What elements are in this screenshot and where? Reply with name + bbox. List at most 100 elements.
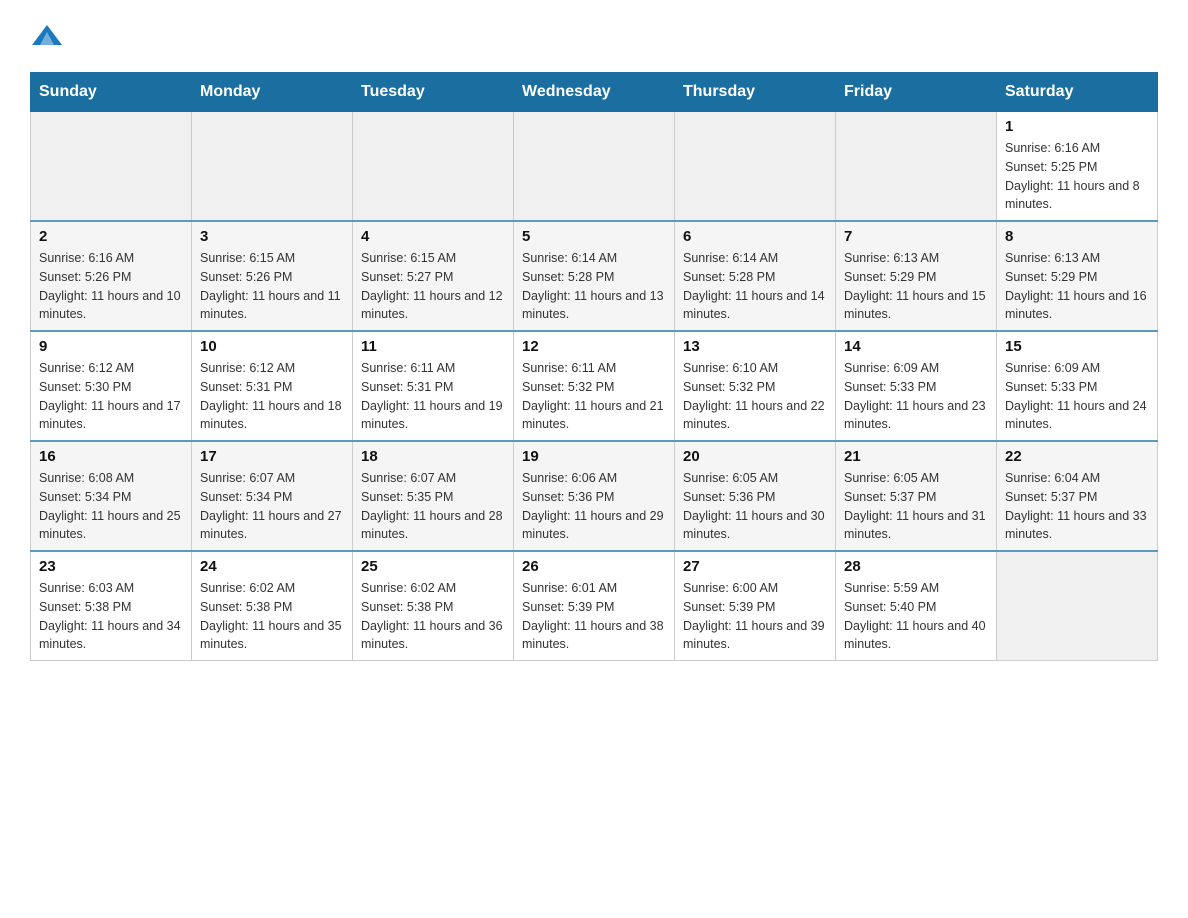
day-number: 20: [683, 448, 827, 465]
calendar-cell: 17 Sunrise: 6:07 AMSunset: 5:34 PMDayligh…: [192, 441, 353, 551]
calendar-cell: 5Sunrise: 6:14 AMSunset: 5:28 PMDaylight…: [514, 221, 675, 331]
calendar-cell: 8 Sunrise: 6:13 AMSunset: 5:29 PMDaylight…: [997, 221, 1158, 331]
calendar-cell: [514, 112, 675, 222]
calendar-cell: 15 Sunrise: 6:09 AMSunset: 5:33 PMDayligh…: [997, 331, 1158, 441]
day-number: 23: [39, 558, 183, 575]
day-number: 10: [200, 338, 344, 355]
calendar-cell: 3 Sunrise: 6:15 AMSunset: 5:26 PMDaylight…: [192, 221, 353, 331]
day-info: Sunrise: 6:07 AMSunset: 5:35 PMDaylight:…: [361, 469, 505, 544]
day-header-sunday: Sunday: [31, 73, 192, 112]
calendar-cell: 27Sunrise: 6:00 AMSunset: 5:39 PMDayligh…: [675, 551, 836, 661]
logo-icon: [32, 20, 62, 50]
calendar-cell: 16 Sunrise: 6:08 AMSunset: 5:34 PMDayligh…: [31, 441, 192, 551]
day-info: Sunrise: 6:12 AMSunset: 5:31 PMDaylight:…: [200, 359, 344, 434]
calendar-week-row: 1Sunrise: 6:16 AMSunset: 5:25 PMDaylight…: [31, 112, 1158, 222]
calendar-cell: 28 Sunrise: 5:59 AMSunset: 5:40 PMDayligh…: [836, 551, 997, 661]
day-number: 11: [361, 338, 505, 355]
day-number: 19: [522, 448, 666, 465]
day-number: 4: [361, 228, 505, 245]
day-info: Sunrise: 6:05 AMSunset: 5:37 PMDaylight:…: [844, 469, 988, 544]
calendar-cell: 6Sunrise: 6:14 AMSunset: 5:28 PMDaylight…: [675, 221, 836, 331]
day-number: 17: [200, 448, 344, 465]
calendar-cell: 1Sunrise: 6:16 AMSunset: 5:25 PMDaylight…: [997, 112, 1158, 222]
calendar-cell: 7 Sunrise: 6:13 AMSunset: 5:29 PMDaylight…: [836, 221, 997, 331]
day-number: 16: [39, 448, 183, 465]
calendar-week-row: 16 Sunrise: 6:08 AMSunset: 5:34 PMDayligh…: [31, 441, 1158, 551]
day-number: 7: [844, 228, 988, 245]
day-info: Sunrise: 6:15 AMSunset: 5:27 PMDaylight:…: [361, 249, 505, 324]
calendar-week-row: 9 Sunrise: 6:12 AMSunset: 5:30 PMDaylight…: [31, 331, 1158, 441]
calendar-header-row: SundayMondayTuesdayWednesdayThursdayFrid…: [31, 73, 1158, 112]
calendar-table: SundayMondayTuesdayWednesdayThursdayFrid…: [30, 72, 1158, 661]
day-info: Sunrise: 6:07 AMSunset: 5:34 PMDaylight:…: [200, 469, 344, 544]
calendar-cell: 25 Sunrise: 6:02 AMSunset: 5:38 PMDayligh…: [353, 551, 514, 661]
day-header-tuesday: Tuesday: [353, 73, 514, 112]
day-info: Sunrise: 6:13 AMSunset: 5:29 PMDaylight:…: [1005, 249, 1149, 324]
calendar-cell: [997, 551, 1158, 661]
day-info: Sunrise: 6:11 AMSunset: 5:31 PMDaylight:…: [361, 359, 505, 434]
day-header-thursday: Thursday: [675, 73, 836, 112]
day-info: Sunrise: 6:08 AMSunset: 5:34 PMDaylight:…: [39, 469, 183, 544]
day-number: 13: [683, 338, 827, 355]
day-number: 9: [39, 338, 183, 355]
day-number: 28: [844, 558, 988, 575]
calendar-cell: [31, 112, 192, 222]
calendar-cell: 18 Sunrise: 6:07 AMSunset: 5:35 PMDayligh…: [353, 441, 514, 551]
day-number: 5: [522, 228, 666, 245]
day-header-monday: Monday: [192, 73, 353, 112]
day-info: Sunrise: 6:10 AMSunset: 5:32 PMDaylight:…: [683, 359, 827, 434]
day-info: Sunrise: 6:12 AMSunset: 5:30 PMDaylight:…: [39, 359, 183, 434]
day-info: Sunrise: 6:15 AMSunset: 5:26 PMDaylight:…: [200, 249, 344, 324]
calendar-cell: 12 Sunrise: 6:11 AMSunset: 5:32 PMDayligh…: [514, 331, 675, 441]
page-header: [30, 20, 1158, 52]
calendar-cell: [675, 112, 836, 222]
calendar-cell: 14 Sunrise: 6:09 AMSunset: 5:33 PMDayligh…: [836, 331, 997, 441]
day-info: Sunrise: 6:09 AMSunset: 5:33 PMDaylight:…: [1005, 359, 1149, 434]
day-info: Sunrise: 6:02 AMSunset: 5:38 PMDaylight:…: [361, 579, 505, 654]
calendar-cell: 4 Sunrise: 6:15 AMSunset: 5:27 PMDaylight…: [353, 221, 514, 331]
calendar-week-row: 23Sunrise: 6:03 AMSunset: 5:38 PMDayligh…: [31, 551, 1158, 661]
day-info: Sunrise: 6:01 AMSunset: 5:39 PMDaylight:…: [522, 579, 666, 654]
day-number: 2: [39, 228, 183, 245]
calendar-cell: 20 Sunrise: 6:05 AMSunset: 5:36 PMDayligh…: [675, 441, 836, 551]
day-info: Sunrise: 6:13 AMSunset: 5:29 PMDaylight:…: [844, 249, 988, 324]
logo: [30, 20, 64, 52]
calendar-cell: 21 Sunrise: 6:05 AMSunset: 5:37 PMDayligh…: [836, 441, 997, 551]
calendar-cell: 23Sunrise: 6:03 AMSunset: 5:38 PMDayligh…: [31, 551, 192, 661]
calendar-cell: [192, 112, 353, 222]
calendar-cell: 19 Sunrise: 6:06 AMSunset: 5:36 PMDayligh…: [514, 441, 675, 551]
day-info: Sunrise: 6:06 AMSunset: 5:36 PMDaylight:…: [522, 469, 666, 544]
day-number: 27: [683, 558, 827, 575]
day-number: 14: [844, 338, 988, 355]
day-number: 18: [361, 448, 505, 465]
calendar-cell: 11 Sunrise: 6:11 AMSunset: 5:31 PMDayligh…: [353, 331, 514, 441]
calendar-week-row: 2Sunrise: 6:16 AMSunset: 5:26 PMDaylight…: [31, 221, 1158, 331]
day-number: 22: [1005, 448, 1149, 465]
calendar-cell: 2Sunrise: 6:16 AMSunset: 5:26 PMDaylight…: [31, 221, 192, 331]
day-info: Sunrise: 6:04 AMSunset: 5:37 PMDaylight:…: [1005, 469, 1149, 544]
day-info: Sunrise: 5:59 AMSunset: 5:40 PMDaylight:…: [844, 579, 988, 654]
calendar-cell: 10 Sunrise: 6:12 AMSunset: 5:31 PMDayligh…: [192, 331, 353, 441]
logo-text: [30, 20, 64, 50]
calendar-cell: [353, 112, 514, 222]
day-number: 25: [361, 558, 505, 575]
day-info: Sunrise: 6:02 AMSunset: 5:38 PMDaylight:…: [200, 579, 344, 654]
day-header-friday: Friday: [836, 73, 997, 112]
day-number: 3: [200, 228, 344, 245]
day-info: Sunrise: 6:09 AMSunset: 5:33 PMDaylight:…: [844, 359, 988, 434]
calendar-cell: 26 Sunrise: 6:01 AMSunset: 5:39 PMDayligh…: [514, 551, 675, 661]
day-number: 12: [522, 338, 666, 355]
calendar-cell: 24 Sunrise: 6:02 AMSunset: 5:38 PMDayligh…: [192, 551, 353, 661]
day-info: Sunrise: 6:11 AMSunset: 5:32 PMDaylight:…: [522, 359, 666, 434]
day-info: Sunrise: 6:05 AMSunset: 5:36 PMDaylight:…: [683, 469, 827, 544]
day-number: 6: [683, 228, 827, 245]
day-number: 24: [200, 558, 344, 575]
day-number: 21: [844, 448, 988, 465]
day-number: 26: [522, 558, 666, 575]
day-header-wednesday: Wednesday: [514, 73, 675, 112]
calendar-cell: [836, 112, 997, 222]
day-number: 15: [1005, 338, 1149, 355]
calendar-cell: 13 Sunrise: 6:10 AMSunset: 5:32 PMDayligh…: [675, 331, 836, 441]
day-info: Sunrise: 6:16 AMSunset: 5:25 PMDaylight:…: [1005, 139, 1149, 214]
day-number: 8: [1005, 228, 1149, 245]
